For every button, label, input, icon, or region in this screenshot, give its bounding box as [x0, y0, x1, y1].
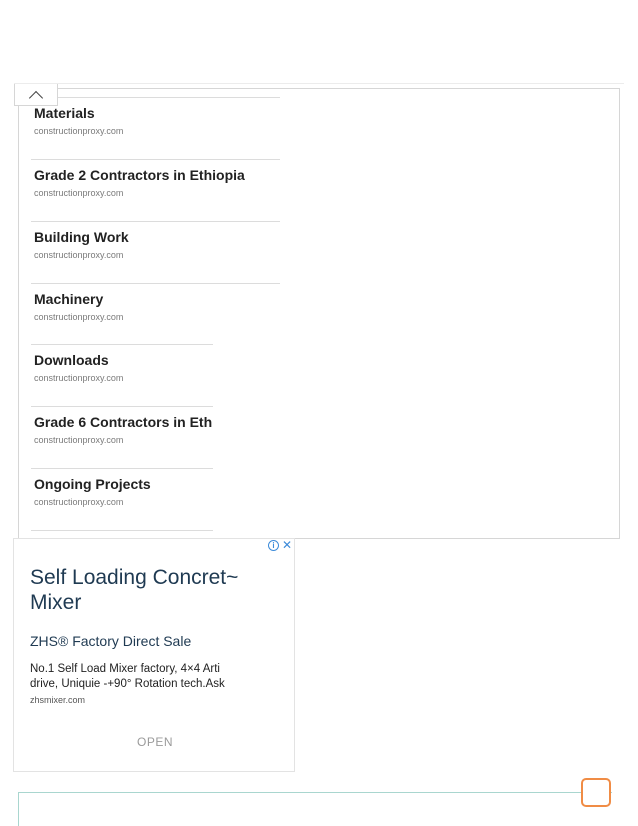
list-item[interactable]: Grade 2 Contractors in Ethiopia construc…: [31, 159, 280, 222]
list-item-title[interactable]: Grade 2 Contractors in Ethiopia: [34, 167, 245, 183]
list-item-title[interactable]: Grade 6 Contractors in Ethiopi: [34, 414, 213, 430]
ad-card[interactable]: i ✕ Self Loading Concret~ Mixer ZHS® Fac…: [13, 538, 295, 772]
ad-headline[interactable]: Self Loading Concret~ Mixer: [30, 565, 242, 615]
bottom-frame-edge: [18, 792, 19, 826]
ad-choices[interactable]: i ✕: [267, 539, 292, 551]
collapse-button[interactable]: [14, 84, 58, 106]
chevron-up-icon: [28, 90, 44, 105]
list-item-domain: constructionproxy.com: [34, 188, 124, 198]
close-icon[interactable]: ✕: [282, 539, 292, 551]
bottom-divider: [18, 792, 612, 793]
list-item[interactable]: Building Work constructionproxy.com: [31, 221, 280, 284]
list-item[interactable]: Ongoing Projects constructionproxy.com: [31, 468, 213, 531]
list-item[interactable]: Materials constructionproxy.com: [31, 97, 280, 160]
list-item-title[interactable]: Materials: [34, 105, 95, 121]
ad-domain: zhsmixer.com: [30, 695, 86, 705]
list-item-title[interactable]: Downloads: [34, 352, 213, 368]
ad-open-button[interactable]: OPEN: [14, 735, 294, 749]
list-item-domain: constructionproxy.com: [34, 126, 124, 136]
list-item[interactable]: Machinery constructionproxy.com: [31, 283, 280, 346]
list-item-title[interactable]: Ongoing Projects: [34, 476, 213, 492]
list-item-domain: constructionproxy.com: [34, 250, 124, 260]
list-item-domain: constructionproxy.com: [34, 312, 124, 322]
ad-subtitle: ZHS® Factory Direct Sale: [30, 633, 192, 649]
list-item[interactable]: Grade 6 Contractors in Ethiopi construct…: [31, 406, 213, 469]
list-item-domain: constructionproxy.com: [34, 497, 124, 507]
list-item-domain: constructionproxy.com: [34, 373, 124, 383]
list-item[interactable]: Downloads constructionproxy.com: [31, 344, 213, 407]
list-item-title[interactable]: Building Work: [34, 229, 129, 245]
top-divider: [14, 83, 624, 84]
floating-action-button[interactable]: [581, 778, 611, 807]
info-icon[interactable]: i: [267, 539, 279, 551]
list-item-title[interactable]: Machinery: [34, 291, 103, 307]
list-item-domain: constructionproxy.com: [34, 435, 124, 445]
ad-description: No.1 Self Load Mixer factory, 4×4 Arti d…: [30, 663, 225, 690]
related-links-panel: Materials constructionproxy.com Grade 2 …: [18, 88, 620, 539]
